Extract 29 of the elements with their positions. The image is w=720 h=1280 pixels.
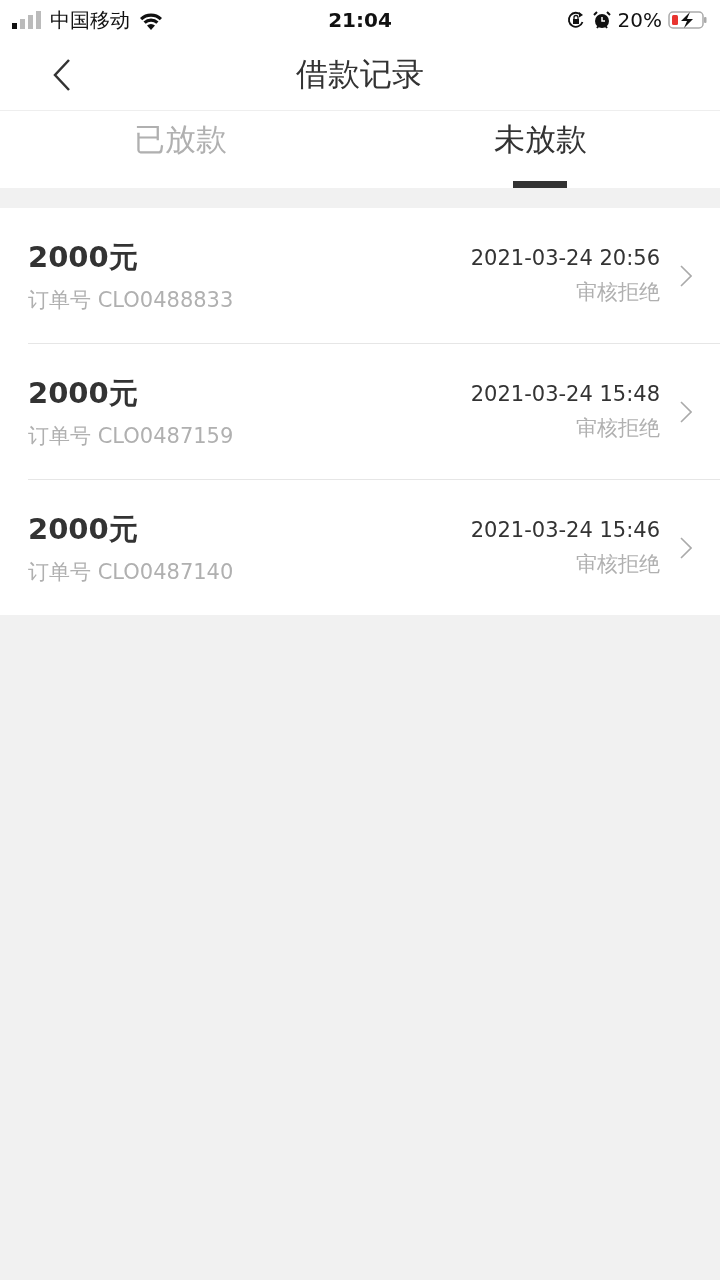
loan-amount: 2000元 — [28, 374, 139, 412]
loan-amount: 2000元 — [28, 238, 139, 276]
order-number: 订单号 CLO0487140 — [28, 558, 235, 586]
signal-icon — [12, 11, 42, 29]
chevron-right-icon — [680, 264, 692, 287]
record-status: 审核拒绝 — [576, 414, 660, 442]
tab-underline — [513, 181, 567, 188]
back-icon[interactable] — [52, 58, 72, 92]
record-row[interactable]: 2000元 订单号 CLO0487159 2021-03-24 15:48 审核拒绝 — [28, 344, 720, 480]
record-row[interactable]: 2000元 订单号 CLO0487140 2021-03-24 15:46 审核拒绝 — [28, 480, 720, 615]
loan-amount: 2000元 — [28, 510, 139, 548]
page-title: 借款记录 — [296, 54, 424, 95]
order-number: 订单号 CLO0487159 — [28, 422, 235, 450]
record-status: 审核拒绝 — [576, 278, 660, 306]
chevron-right-icon — [680, 536, 692, 559]
record-row[interactable]: 2000元 订单号 CLO0488833 2021-03-24 20:56 审核拒绝 — [28, 208, 720, 344]
chevron-right-icon — [680, 400, 692, 423]
rotation-lock-icon — [565, 10, 586, 30]
clock-time: 21:04 — [328, 8, 392, 32]
record-time: 2021-03-24 15:46 — [470, 517, 660, 542]
tab[interactable]: 未放款 — [493, 119, 587, 161]
battery-charging-icon — [668, 10, 708, 30]
record-status: 审核拒绝 — [576, 550, 660, 578]
record-time: 2021-03-24 15:48 — [470, 381, 660, 406]
carrier-name: 中国移动 — [50, 6, 130, 34]
battery-percent: 20% — [617, 8, 662, 32]
record-time: 2021-03-24 20:56 — [470, 245, 660, 270]
alarm-icon — [591, 10, 612, 30]
order-number: 订单号 CLO0488833 — [28, 286, 235, 314]
